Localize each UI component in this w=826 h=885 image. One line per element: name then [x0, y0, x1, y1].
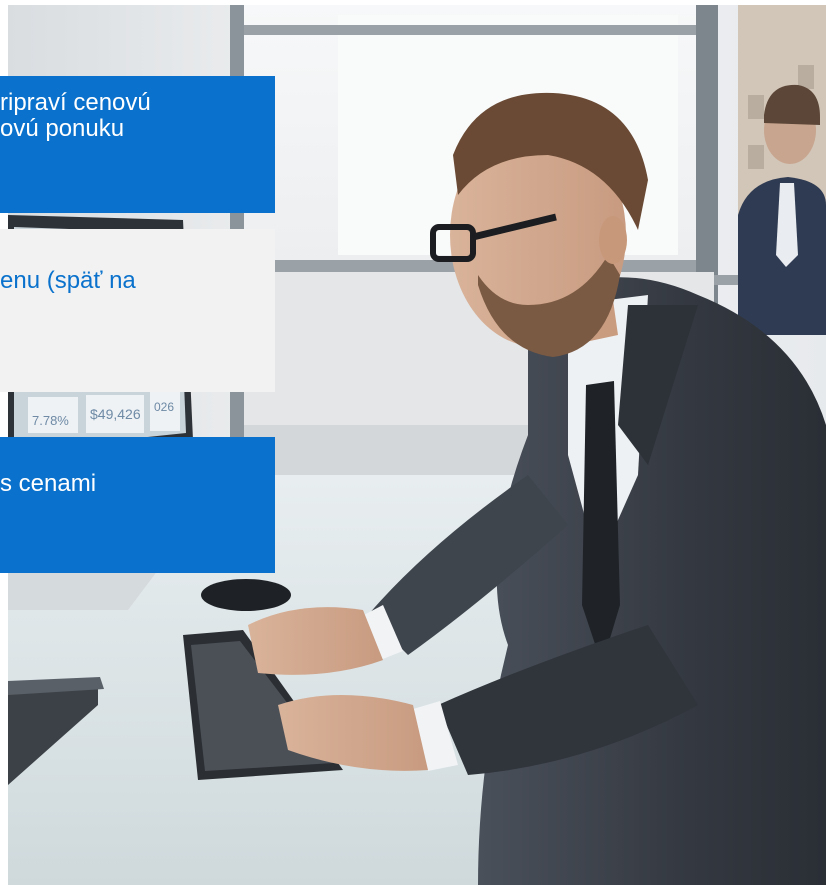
callout-3-line-1: s cenami [0, 470, 97, 497]
callout-1-line-1: ripraví cenovú [0, 89, 151, 116]
callout-2-text: enu (späť na [0, 268, 136, 294]
callout-1-line-2: ovú ponuku [0, 115, 125, 142]
monitor-readout-1: 7.78% [32, 413, 69, 428]
slide: 7.78% $49,426 026 ripraví cenovú ovú pon… [0, 0, 826, 885]
callout-3-text: s cenami [0, 471, 96, 497]
monitor-readout-3: 026 [154, 400, 174, 414]
callout-1-text: ripraví cenovú ovú ponuku [0, 90, 151, 142]
callout-box-3: s cenami [0, 437, 275, 573]
callout-2-line-1: enu (späť na [0, 267, 136, 294]
callout-box-2: enu (späť na [0, 229, 275, 392]
callout-box-1: ripraví cenovú ovú ponuku [0, 76, 275, 213]
monitor-readout-2: $49,426 [90, 406, 141, 422]
